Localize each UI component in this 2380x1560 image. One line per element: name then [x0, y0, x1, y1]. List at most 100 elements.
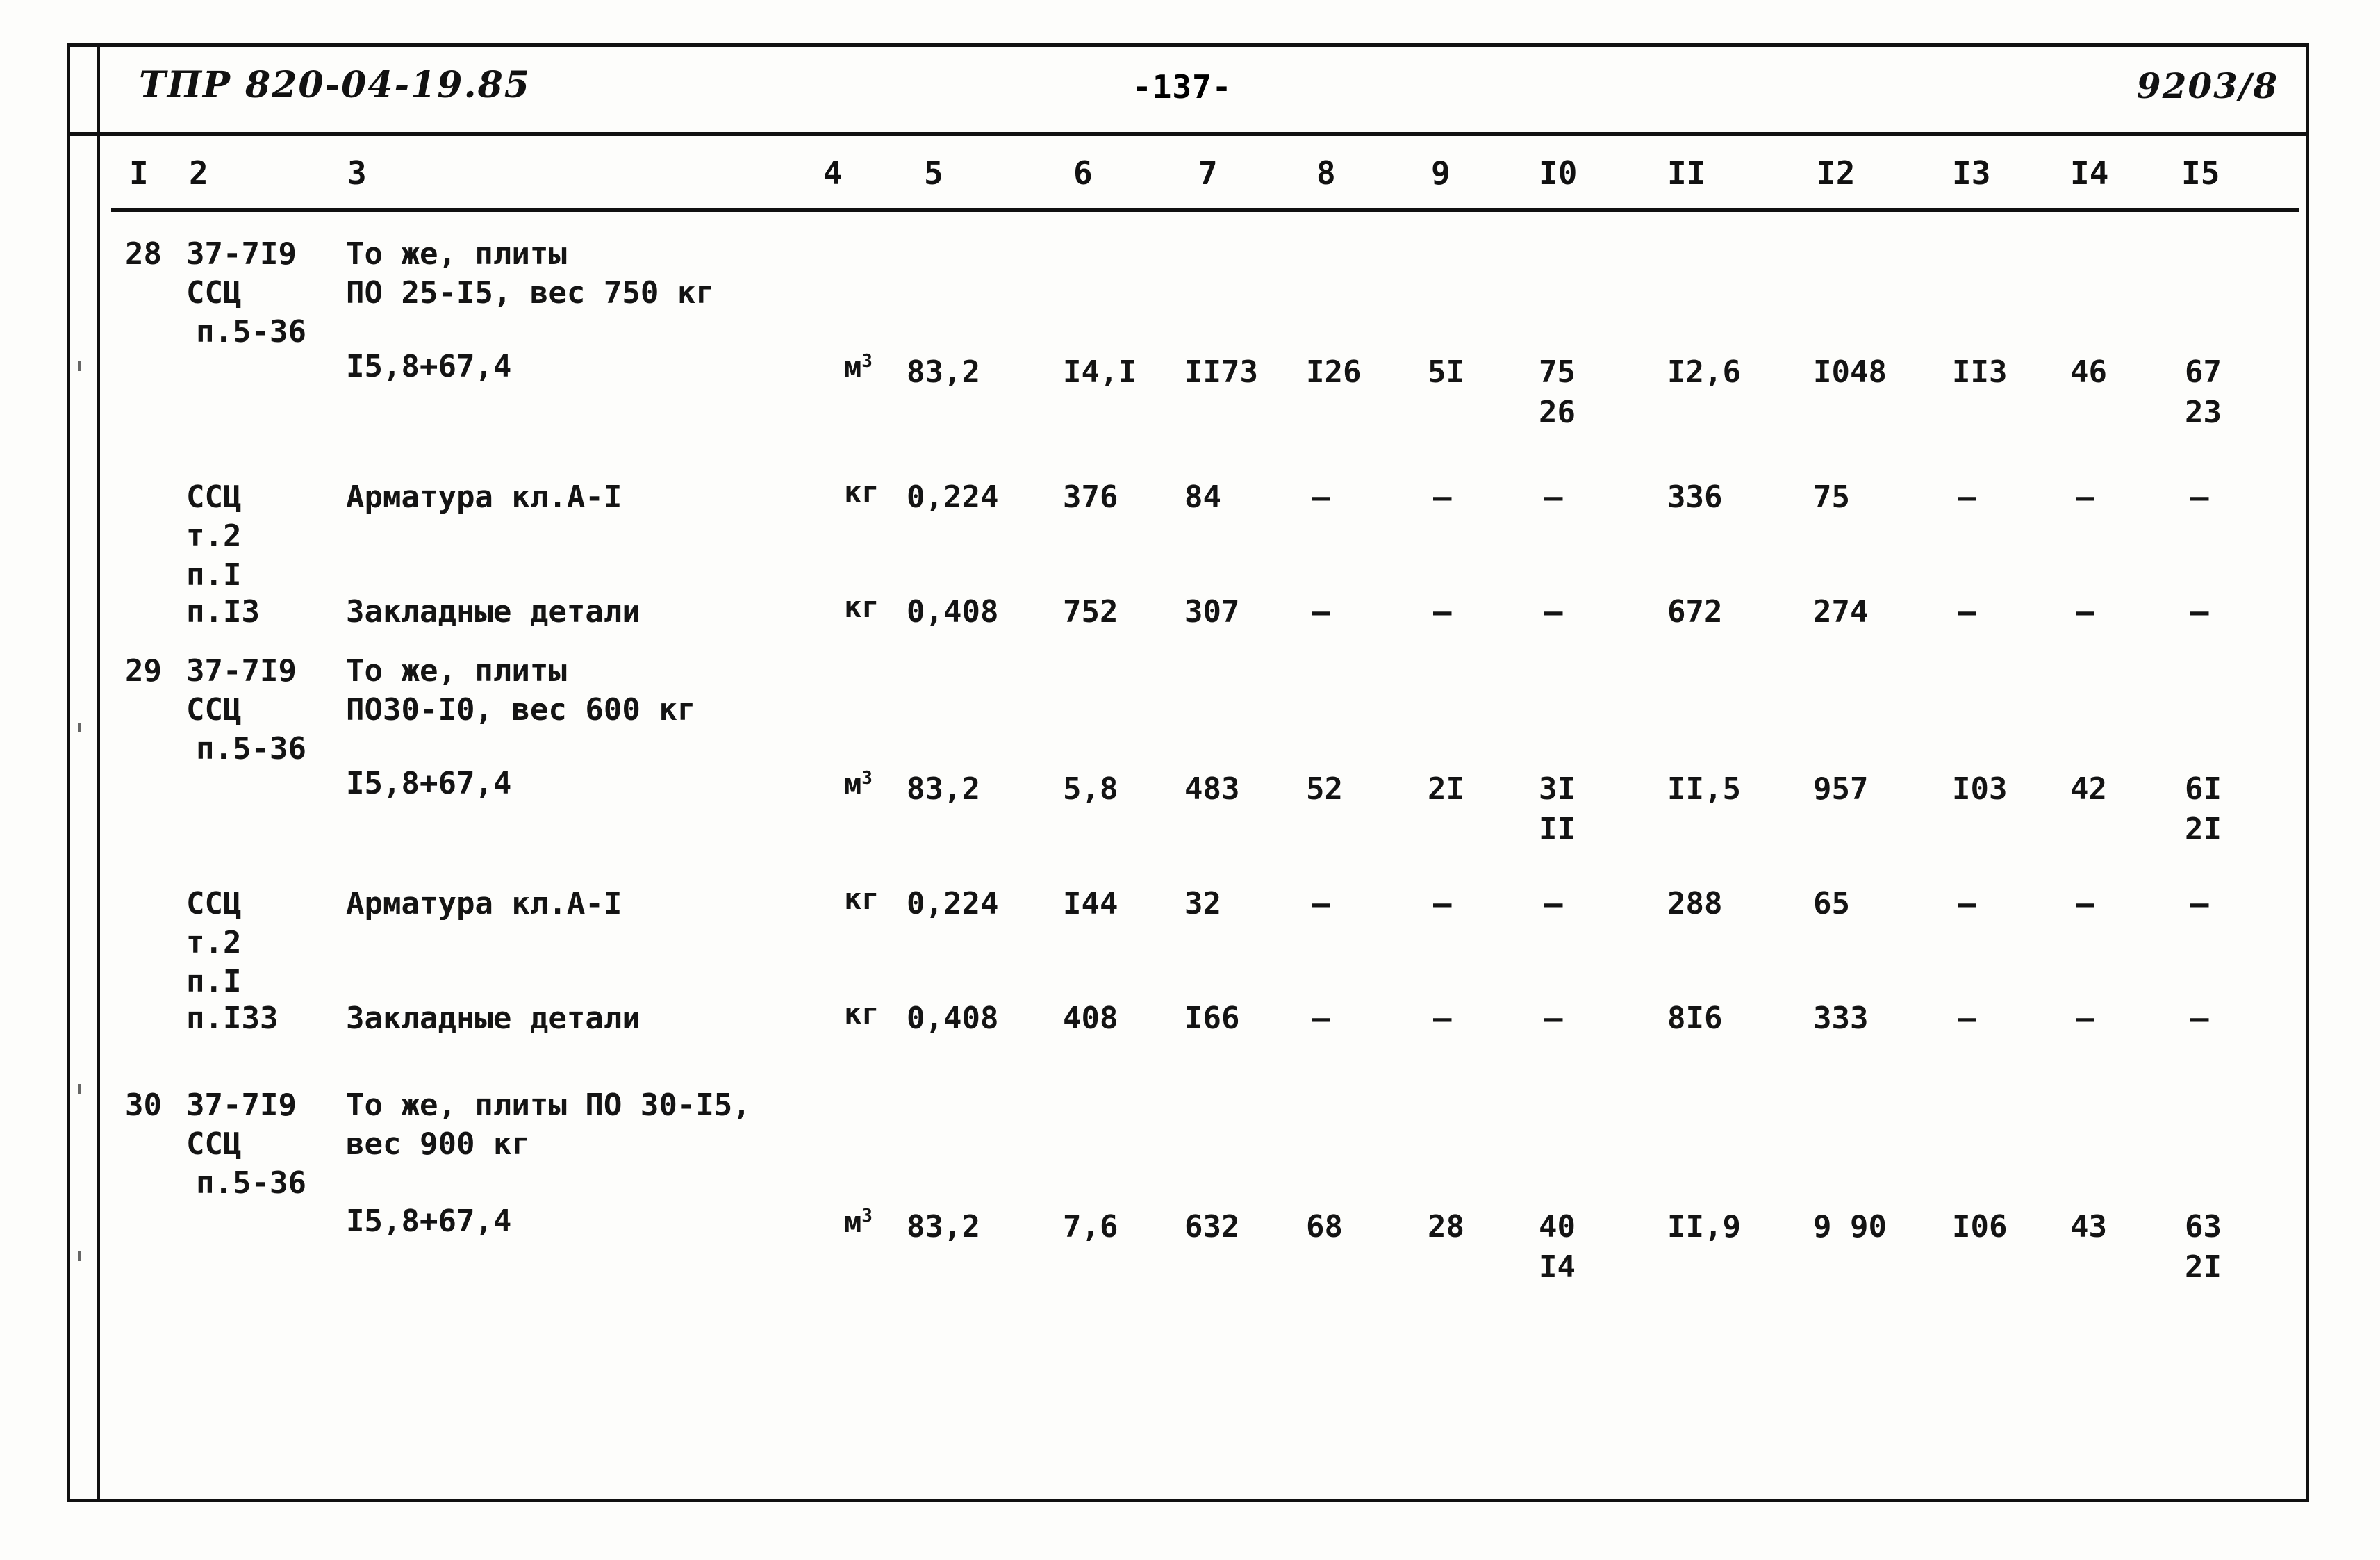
code-line-row-28-1: ССЦ [186, 275, 242, 311]
value-row-29-armatura-c10: – [1544, 886, 1563, 921]
value-row-30-c15: 63 [2185, 1209, 2222, 1245]
value-row-29-c5: 83,2 [907, 771, 980, 807]
value-row-29-c15: 6I [2185, 771, 2222, 807]
column-header-9: 9 [1431, 154, 1451, 192]
code-line-row-29-1: ССЦ [186, 692, 242, 728]
code-line-row-29-2: п.5-36 [196, 731, 306, 766]
document-code: ТПР 820-04-19.85 [139, 64, 531, 106]
value-row-29-zakladnye-c13: – [1958, 1001, 1976, 1036]
unit-row-28-armatura: кг [844, 475, 879, 509]
value-row-29-armatura-c7: 32 [1184, 886, 1221, 921]
value-row-29-zakladnye-c11: 8I6 [1667, 1001, 1723, 1036]
value-row-29-zakladnye-c7: I66 [1184, 1001, 1240, 1036]
value-row-28-c10: 75 [1539, 354, 1576, 390]
value-row-28-armatura-c8: – [1312, 479, 1330, 515]
value-row-28-zakladnye-c8: – [1312, 594, 1330, 630]
row-index-row-28: 28 [125, 236, 162, 272]
value-row-30-c7: 632 [1184, 1209, 1240, 1245]
value-row-29-armatura-c6: I44 [1063, 886, 1118, 921]
unit-superscript: 3 [861, 768, 873, 789]
code-line-row-29-zakladnye-0: п.I33 [186, 1001, 279, 1036]
value-row-29-c10: 3I [1539, 771, 1576, 807]
column-header-13: I3 [1952, 154, 1991, 192]
unit-superscript: 3 [861, 351, 873, 372]
value-row-28-armatura-c5: 0,224 [907, 479, 999, 515]
code-line-row-30-0: 37-7I9 [186, 1087, 297, 1123]
code-line-row-29-armatura-1: т.2 [186, 925, 242, 960]
value-row-30-c13: I06 [1952, 1209, 2008, 1245]
column-header-5: 5 [924, 154, 943, 192]
column-header-6: 6 [1073, 154, 1093, 192]
description-line-row-29-0: То же, плиты [346, 653, 567, 689]
column-header-12: I2 [1817, 154, 1856, 192]
code-line-row-28-0: 37-7I9 [186, 236, 297, 272]
value-row-29-armatura-c12: 65 [1813, 886, 1850, 921]
value-row-28-zakladnye-c7: 307 [1184, 594, 1240, 630]
value-row-28-armatura-c6: 376 [1063, 479, 1118, 515]
scanned-page: ТПР 820-04-19.85 -137- 9203/8 I23456789I… [0, 0, 2380, 1560]
value-row-29-c14: 42 [2070, 771, 2107, 807]
unit-row-29: м3 [844, 767, 873, 801]
value-row-30-c14: 43 [2070, 1209, 2107, 1245]
value-row-29-armatura-c5: 0,224 [907, 886, 999, 921]
column-header-15: I5 [2181, 154, 2220, 192]
value-row-28-zakladnye-c9: – [1433, 594, 1452, 630]
value-row-28-zakladnye-c6: 752 [1063, 594, 1118, 630]
value-row-29-c7: 483 [1184, 771, 1240, 807]
column-header-7: 7 [1198, 154, 1218, 192]
value-row-28-c8: I26 [1306, 354, 1362, 390]
value-row-30-c8: 68 [1306, 1209, 1343, 1245]
value-row-29-c11: II,5 [1667, 771, 1741, 807]
column-header-14: I4 [2070, 154, 2109, 192]
code-line-row-29-armatura-0: ССЦ [186, 886, 242, 921]
value-row-29-zakladnye-c12: 333 [1813, 1001, 1869, 1036]
value-row-28-c11: I2,6 [1667, 354, 1741, 390]
description-line-row-29-1: ПО30-I0, вес 600 кг [346, 692, 696, 728]
description-line-row-28-armatura-0: Арматура кл.А-I [346, 479, 622, 515]
value-row-28-c10-second: 26 [1539, 395, 1576, 430]
value-row-28-armatura-c12: 75 [1813, 479, 1850, 515]
code-line-row-28-armatura-1: т.2 [186, 518, 242, 554]
description-line-row-28-2: I5,8+67,4 [346, 349, 512, 384]
code-line-row-30-1: ССЦ [186, 1126, 242, 1162]
column-header-3: 3 [347, 154, 367, 192]
value-row-28-armatura-c10: – [1544, 479, 1563, 515]
table-body: 28 37-7I9 ССЦ п.5-36 То же, плиты ПО 25-I5, в… [0, 222, 2380, 1501]
column-header-11: II [1667, 154, 1706, 192]
value-row-30-c10: 40 [1539, 1209, 1576, 1245]
code-line-row-30-2: п.5-36 [196, 1165, 306, 1201]
value-row-30-c11: II,9 [1667, 1209, 1741, 1245]
value-row-28-c6: I4,I [1063, 354, 1137, 390]
value-row-29-armatura-c15: – [2190, 886, 2209, 921]
value-row-28-c5: 83,2 [907, 354, 980, 390]
value-row-28-c13: II3 [1952, 354, 2008, 390]
value-row-29-c10-second: II [1539, 812, 1576, 847]
value-row-28-c15-second: 23 [2185, 395, 2222, 430]
column-header-4: 4 [823, 154, 843, 192]
column-header-divider-rule [111, 208, 2299, 212]
header-divider-rule [70, 132, 2306, 136]
value-row-29-armatura-c14: – [2076, 886, 2094, 921]
value-row-30-c15-second: 2I [2185, 1249, 2222, 1285]
unit-row-29-zakladnye: кг [844, 996, 879, 1031]
row-index-row-30: 30 [125, 1087, 162, 1123]
description-line-row-29-zakladnye-0: Закладные детали [346, 1001, 641, 1036]
value-row-28-zakladnye-c12: 274 [1813, 594, 1869, 630]
value-row-30-c12: 9 90 [1813, 1209, 1887, 1245]
column-header-1: I [129, 154, 149, 192]
description-line-row-30-0: То же, плиты ПО 30-I5, [346, 1087, 751, 1123]
value-row-29-c13: I03 [1952, 771, 2008, 807]
value-row-29-armatura-c9: – [1433, 886, 1452, 921]
column-header-2: 2 [189, 154, 208, 192]
value-row-28-armatura-c9: – [1433, 479, 1452, 515]
unit-row-29-armatura: кг [844, 882, 879, 916]
value-row-29-c8: 52 [1306, 771, 1343, 807]
value-row-30-c10-second: I4 [1539, 1249, 1576, 1285]
value-row-29-zakladnye-c8: – [1312, 1001, 1330, 1036]
value-row-29-armatura-c8: – [1312, 886, 1330, 921]
code-line-row-29-0: 37-7I9 [186, 653, 297, 689]
value-row-28-c9: 5I [1428, 354, 1464, 390]
description-line-row-30-2: I5,8+67,4 [346, 1204, 512, 1239]
value-row-29-zakladnye-c15: – [2190, 1001, 2209, 1036]
description-line-row-28-0: То же, плиты [346, 236, 567, 272]
